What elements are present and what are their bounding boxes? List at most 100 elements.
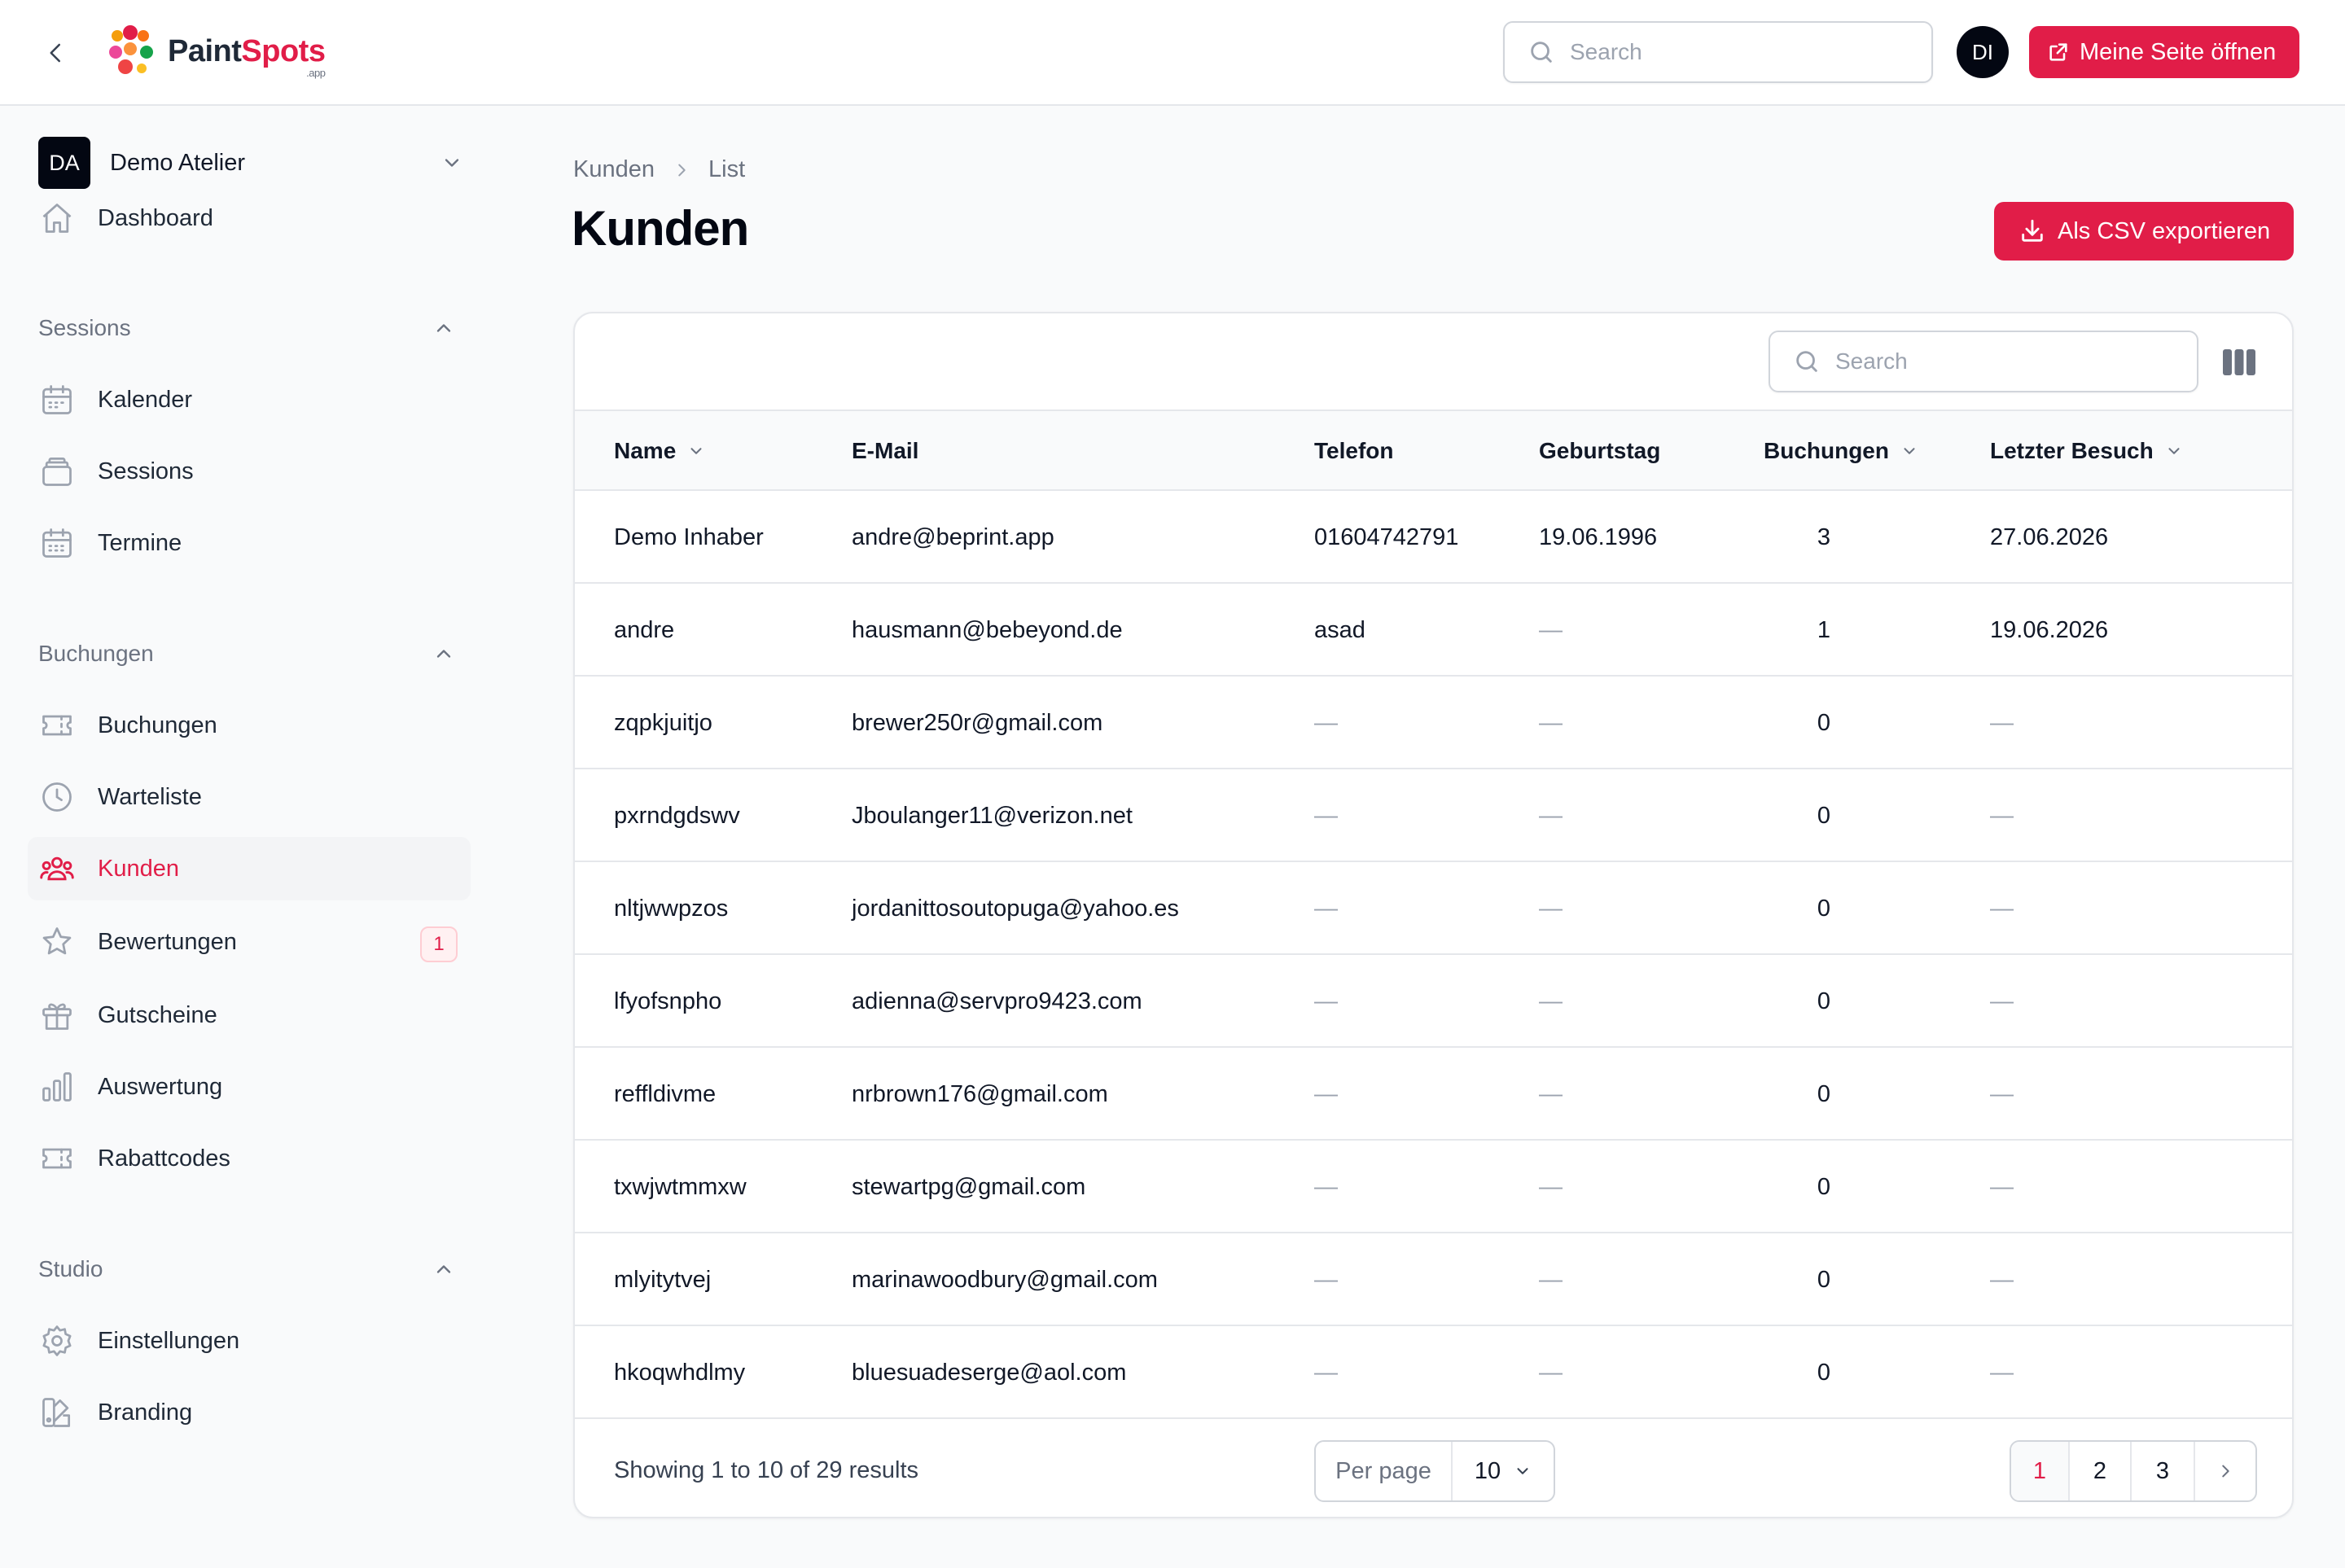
top-bar: PaintSpots .app Search DI Meine Seite öff… (0, 0, 2345, 106)
table-row[interactable]: zqpkjuitjo brewer250r@gmail.com — — 0 — (575, 677, 2292, 769)
sidebar-item-rabattcodes[interactable]: Rabattcodes (28, 1127, 471, 1190)
cell-geburtstag: — (1539, 709, 1563, 736)
cell-email: bluesuadeserge@aol.com (852, 1359, 1127, 1386)
table-row[interactable]: nltjwwpzos jordanittosoutopuga@yahoo.es … (575, 862, 2292, 955)
sidebar-item-termine[interactable]: Termine (28, 511, 471, 575)
gear-icon (37, 1321, 77, 1360)
cell-email: marinawoodbury@gmail.com (852, 1266, 1158, 1293)
cell-letzter-besuch: — (1990, 1359, 2014, 1386)
tenant-avatar: DA (38, 137, 90, 189)
chevron-up-icon (436, 650, 451, 658)
per-page-dropdown[interactable]: 10 (1453, 1458, 1554, 1485)
column-header-letzter-besuch[interactable]: Letzter Besuch (1990, 411, 2183, 491)
sidebar-item-einstellungen[interactable]: Einstellungen (28, 1309, 471, 1373)
table-row[interactable]: mlyitytvej marinawoodbury@gmail.com — — … (575, 1233, 2292, 1326)
page-button-2[interactable]: 2 (2070, 1442, 2132, 1500)
column-header-name[interactable]: Name (614, 411, 705, 491)
cell-geburtstag: — (1539, 1080, 1563, 1107)
sidebar-item-label: Auswertung (98, 1073, 223, 1100)
breadcrumb-link-kunden[interactable]: Kunden (573, 156, 655, 183)
open-my-page-button[interactable]: Meine Seite öffnen (2029, 26, 2299, 78)
export-csv-button[interactable]: Als CSV exportieren (1994, 202, 2294, 261)
logo-wordmark: PaintSpots .app (168, 33, 326, 79)
cell-name: reffldivme (614, 1080, 717, 1107)
table-row[interactable]: Demo Inhaber andre@beprint.app 016047427… (575, 491, 2292, 584)
next-page-button[interactable] (2195, 1442, 2255, 1500)
cell-geburtstag: — (1539, 1266, 1563, 1293)
sidebar-item-sessions[interactable]: Sessions (28, 440, 471, 503)
cell-telefon: asad (1314, 616, 1365, 643)
sidebar-item-label: Termine (98, 529, 182, 556)
table-row[interactable]: txwjwtmmxw stewartpg@gmail.com — — 0 — (575, 1141, 2292, 1233)
users-group-icon (37, 849, 77, 888)
sidebar-item-gutscheine[interactable]: Gutscheine (28, 983, 471, 1047)
sidebar-item-auswertung[interactable]: Auswertung (28, 1055, 471, 1119)
sort-chevron-down-icon (690, 448, 702, 454)
cell-telefon: — (1314, 1173, 1338, 1200)
chevron-up-icon (436, 1265, 451, 1273)
table-row[interactable]: reffldivme nrbrown176@gmail.com — — 0 — (575, 1048, 2292, 1141)
cell-buchungen: 0 (1817, 988, 1831, 1014)
group-toggle-buchungen[interactable]: Buchungen (38, 633, 462, 674)
sidebar-item-label: Gutscheine (98, 1001, 217, 1028)
cell-buchungen: 0 (1817, 802, 1831, 829)
sidebar-item-dashboard[interactable]: Dashboard (28, 186, 471, 250)
cell-geburtstag: — (1539, 895, 1563, 922)
tenant-name: Demo Atelier (110, 149, 246, 176)
table-row[interactable]: andre hausmann@bebeyond.de asad — 1 19.0… (575, 584, 2292, 677)
sidebar-item-label: Kunden (98, 855, 179, 882)
sidebar-item-label: Kalender (98, 386, 193, 413)
cell-geburtstag: — (1539, 616, 1563, 643)
cell-geburtstag: 19.06.1996 (1539, 523, 1658, 550)
cell-buchungen: 0 (1817, 895, 1831, 922)
sidebar-item-label: Bewertungen (98, 928, 237, 955)
table-row[interactable]: hkoqwhdlmy bluesuadeserge@aol.com — — 0 … (575, 1326, 2292, 1419)
user-avatar[interactable]: DI (1957, 26, 2009, 78)
results-summary: Showing 1 to 10 of 29 results (614, 1456, 919, 1483)
chevron-down-icon (1517, 1468, 1528, 1474)
bewertungen-count-badge: 1 (420, 926, 458, 962)
open-my-page-label: Meine Seite öffnen (2080, 38, 2277, 65)
per-page-select[interactable]: Per page 10 (1314, 1440, 1555, 1502)
sort-chevron-down-icon (1904, 448, 1915, 454)
star-icon (37, 922, 77, 961)
cell-telefon: — (1314, 709, 1338, 736)
sidebar-item-branding[interactable]: Branding (28, 1381, 471, 1444)
download-icon (2022, 219, 2043, 242)
group-toggle-sessions[interactable]: Sessions (38, 308, 462, 348)
tenant-switcher[interactable]: DA Demo Atelier (38, 137, 478, 189)
table-search-input[interactable]: Search (1769, 331, 2198, 392)
cell-letzter-besuch: — (1990, 709, 2014, 736)
group-toggle-studio[interactable]: Studio (38, 1249, 462, 1290)
cell-geburtstag: — (1539, 1173, 1563, 1200)
sidebar-item-warteliste[interactable]: Warteliste (28, 765, 471, 829)
cell-buchungen: 0 (1817, 1359, 1831, 1386)
group-label-sessions: Sessions (38, 315, 131, 340)
paintspots-logo[interactable]: PaintSpots .app (106, 24, 326, 79)
column-header-buchungen[interactable]: Buchungen (1764, 411, 1918, 491)
table-row[interactable]: pxrndgdswv Jboulanger11@verizon.net — — … (575, 769, 2292, 862)
cell-email: adienna@servpro9423.com (852, 988, 1142, 1014)
cell-letzter-besuch: — (1990, 895, 2014, 922)
cell-letzter-besuch: — (1990, 988, 2014, 1014)
sidebar-item-kalender[interactable]: Kalender (28, 368, 471, 431)
columns-toggle-icon[interactable] (2221, 346, 2257, 379)
breadcrumb: Kunden List (573, 156, 745, 183)
sidebar-item-buchungen[interactable]: Buchungen (28, 694, 471, 757)
cell-buchungen: 0 (1817, 709, 1831, 736)
sidebar-item-bewertungen[interactable]: Bewertungen 1 (28, 910, 471, 974)
chevron-right-icon (673, 161, 690, 179)
back-button[interactable] (37, 34, 75, 72)
global-search-input[interactable]: Search (1503, 21, 1933, 83)
cell-letzter-besuch: — (1990, 1080, 2014, 1107)
table-row[interactable]: lfyofsnpho adienna@servpro9423.com — — 0… (575, 955, 2292, 1048)
page-button-3[interactable]: 3 (2132, 1442, 2195, 1500)
page-button-1[interactable]: 1 (2011, 1442, 2070, 1500)
sidebar-item-kunden[interactable]: Kunden (28, 837, 471, 900)
column-header-email: E-Mail (852, 438, 919, 463)
cell-email: stewartpg@gmail.com (852, 1173, 1086, 1200)
cell-name: Demo Inhaber (614, 523, 764, 550)
cell-name: mlyitytvej (614, 1266, 712, 1293)
cell-email: jordanittosoutopuga@yahoo.es (852, 895, 1179, 922)
export-csv-label: Als CSV exportieren (2058, 217, 2271, 244)
